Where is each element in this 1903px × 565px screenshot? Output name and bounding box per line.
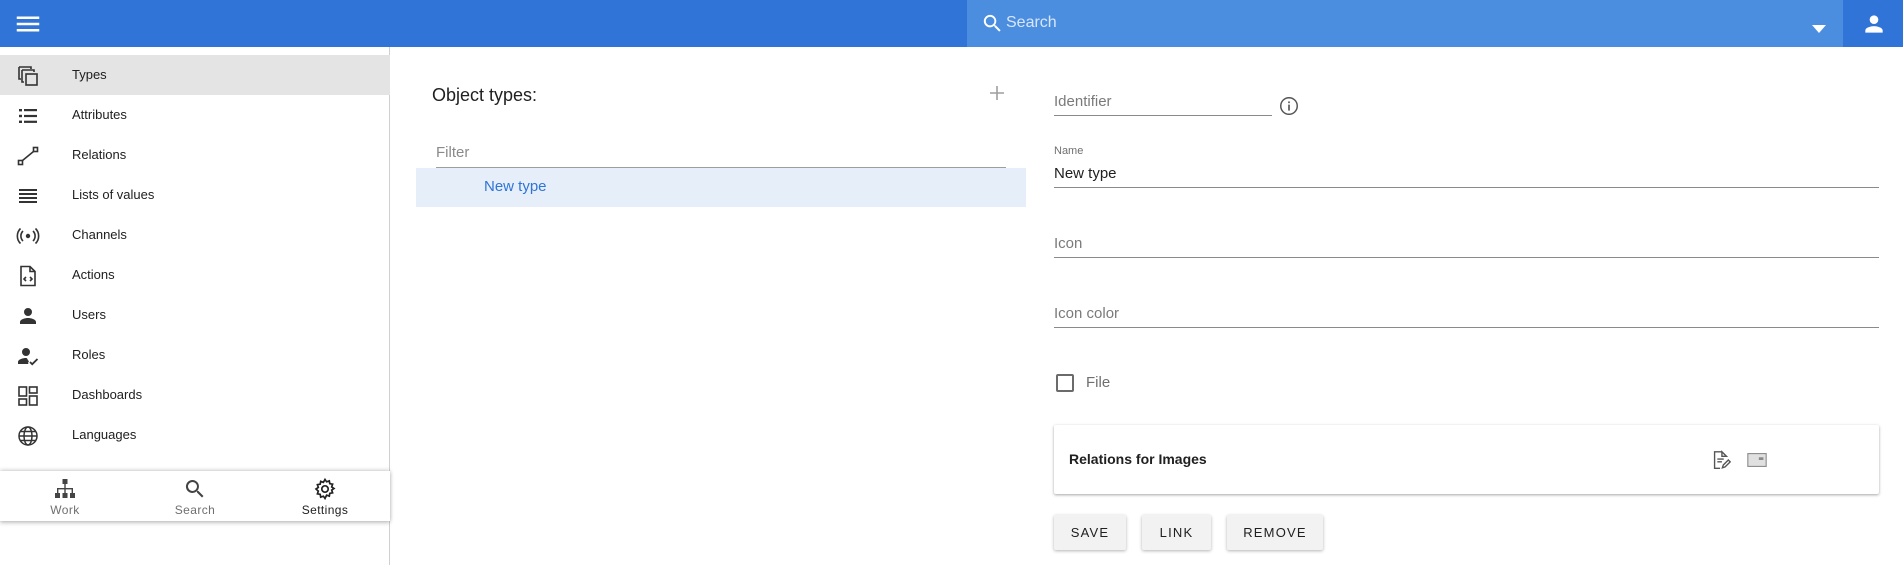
sidebar-item-lists-of-values[interactable]: Lists of values bbox=[0, 175, 390, 215]
bottom-nav-search[interactable]: Search bbox=[130, 471, 260, 521]
gear-icon bbox=[313, 477, 337, 501]
link-button[interactable]: LINK bbox=[1142, 515, 1211, 550]
file-checkbox[interactable] bbox=[1056, 374, 1074, 392]
account-icon[interactable] bbox=[1861, 11, 1887, 37]
chevron-down-icon[interactable] bbox=[1812, 20, 1826, 33]
sidebar-item-label: Channels bbox=[72, 227, 127, 242]
bottom-nav-settings[interactable]: Settings bbox=[260, 471, 390, 521]
search-icon bbox=[183, 477, 207, 501]
search-input[interactable]: Search bbox=[1006, 14, 1057, 32]
lines-icon bbox=[16, 184, 40, 208]
channels-icon bbox=[16, 224, 40, 248]
sidebar-item-users[interactable]: Users bbox=[0, 295, 390, 335]
search-icon bbox=[981, 12, 1004, 35]
add-icon[interactable] bbox=[988, 84, 1006, 102]
sitemap-icon bbox=[53, 477, 77, 501]
name-field[interactable] bbox=[1054, 160, 1879, 188]
relations-card: Relations for Images bbox=[1054, 425, 1879, 494]
sidebar-item-label: Roles bbox=[72, 347, 106, 362]
sidebar-item-label: Lists of values bbox=[72, 187, 155, 202]
search-box[interactable]: Search bbox=[967, 0, 1843, 47]
dashboard-icon bbox=[16, 384, 40, 408]
info-icon[interactable] bbox=[1278, 95, 1300, 117]
top-app-bar: Search bbox=[0, 0, 1903, 47]
relations-icon bbox=[16, 144, 40, 168]
sidebar-item-relations[interactable]: Relations bbox=[0, 135, 390, 175]
name-field-label: Name bbox=[1054, 145, 1084, 157]
sidebar-item-attributes[interactable]: Attributes bbox=[0, 95, 390, 135]
sidebar-item-label: Actions bbox=[72, 267, 115, 282]
icon-color-field-wrap bbox=[1054, 300, 1879, 328]
edit-note-icon[interactable] bbox=[1710, 449, 1732, 471]
save-button[interactable]: SAVE bbox=[1054, 515, 1126, 550]
bottom-nav-work[interactable]: Work bbox=[0, 471, 130, 521]
list-icon bbox=[16, 104, 40, 128]
person-icon bbox=[16, 304, 40, 328]
sidebar-item-label: Dashboards bbox=[72, 387, 143, 402]
sidebar-item-types[interactable]: Types bbox=[0, 55, 390, 95]
icon-field[interactable] bbox=[1054, 230, 1879, 258]
sidebar-item-label: Attributes bbox=[72, 107, 127, 122]
sidebar-item-label: Types bbox=[72, 67, 107, 82]
bottom-nav-label: Settings bbox=[301, 503, 349, 517]
menu-icon[interactable] bbox=[13, 9, 43, 39]
bottom-nav-label: Work bbox=[50, 503, 80, 517]
bottom-navigation: Work Search Settings bbox=[0, 471, 390, 521]
filter-input[interactable] bbox=[436, 138, 1006, 168]
relations-card-title: Relations for Images bbox=[1069, 451, 1207, 467]
sidebar: Types Attributes Relations Lists of valu… bbox=[0, 47, 390, 565]
sidebar-item-actions[interactable]: Actions bbox=[0, 255, 390, 295]
remove-button[interactable]: REMOVE bbox=[1227, 515, 1323, 550]
person-check-icon bbox=[16, 344, 40, 368]
type-list-item-label: New type bbox=[484, 178, 547, 195]
type-list-item[interactable]: New type bbox=[416, 168, 1026, 207]
identifier-field-wrap bbox=[1054, 88, 1272, 116]
types-icon bbox=[16, 64, 40, 88]
sidebar-item-roles[interactable]: Roles bbox=[0, 335, 390, 375]
sidebar-item-languages[interactable]: Languages bbox=[0, 415, 390, 455]
bottom-nav-label: Search bbox=[174, 503, 216, 517]
sidebar-item-label: Relations bbox=[72, 147, 127, 162]
sidebar-item-label: Users bbox=[72, 307, 106, 322]
icon-field-wrap bbox=[1054, 230, 1879, 258]
card-view-icon[interactable] bbox=[1746, 449, 1768, 471]
sidebar-item-channels[interactable]: Channels bbox=[0, 215, 390, 255]
file-checkbox-label: File bbox=[1086, 374, 1111, 391]
sidebar-item-label: Languages bbox=[72, 427, 137, 442]
object-types-title: Object types: bbox=[432, 85, 538, 105]
code-file-icon bbox=[16, 264, 40, 288]
name-field-wrap bbox=[1054, 160, 1879, 188]
sidebar-item-dashboards[interactable]: Dashboards bbox=[0, 375, 390, 415]
identifier-field[interactable] bbox=[1054, 88, 1272, 116]
icon-color-field[interactable] bbox=[1054, 300, 1879, 328]
globe-icon bbox=[16, 424, 40, 448]
